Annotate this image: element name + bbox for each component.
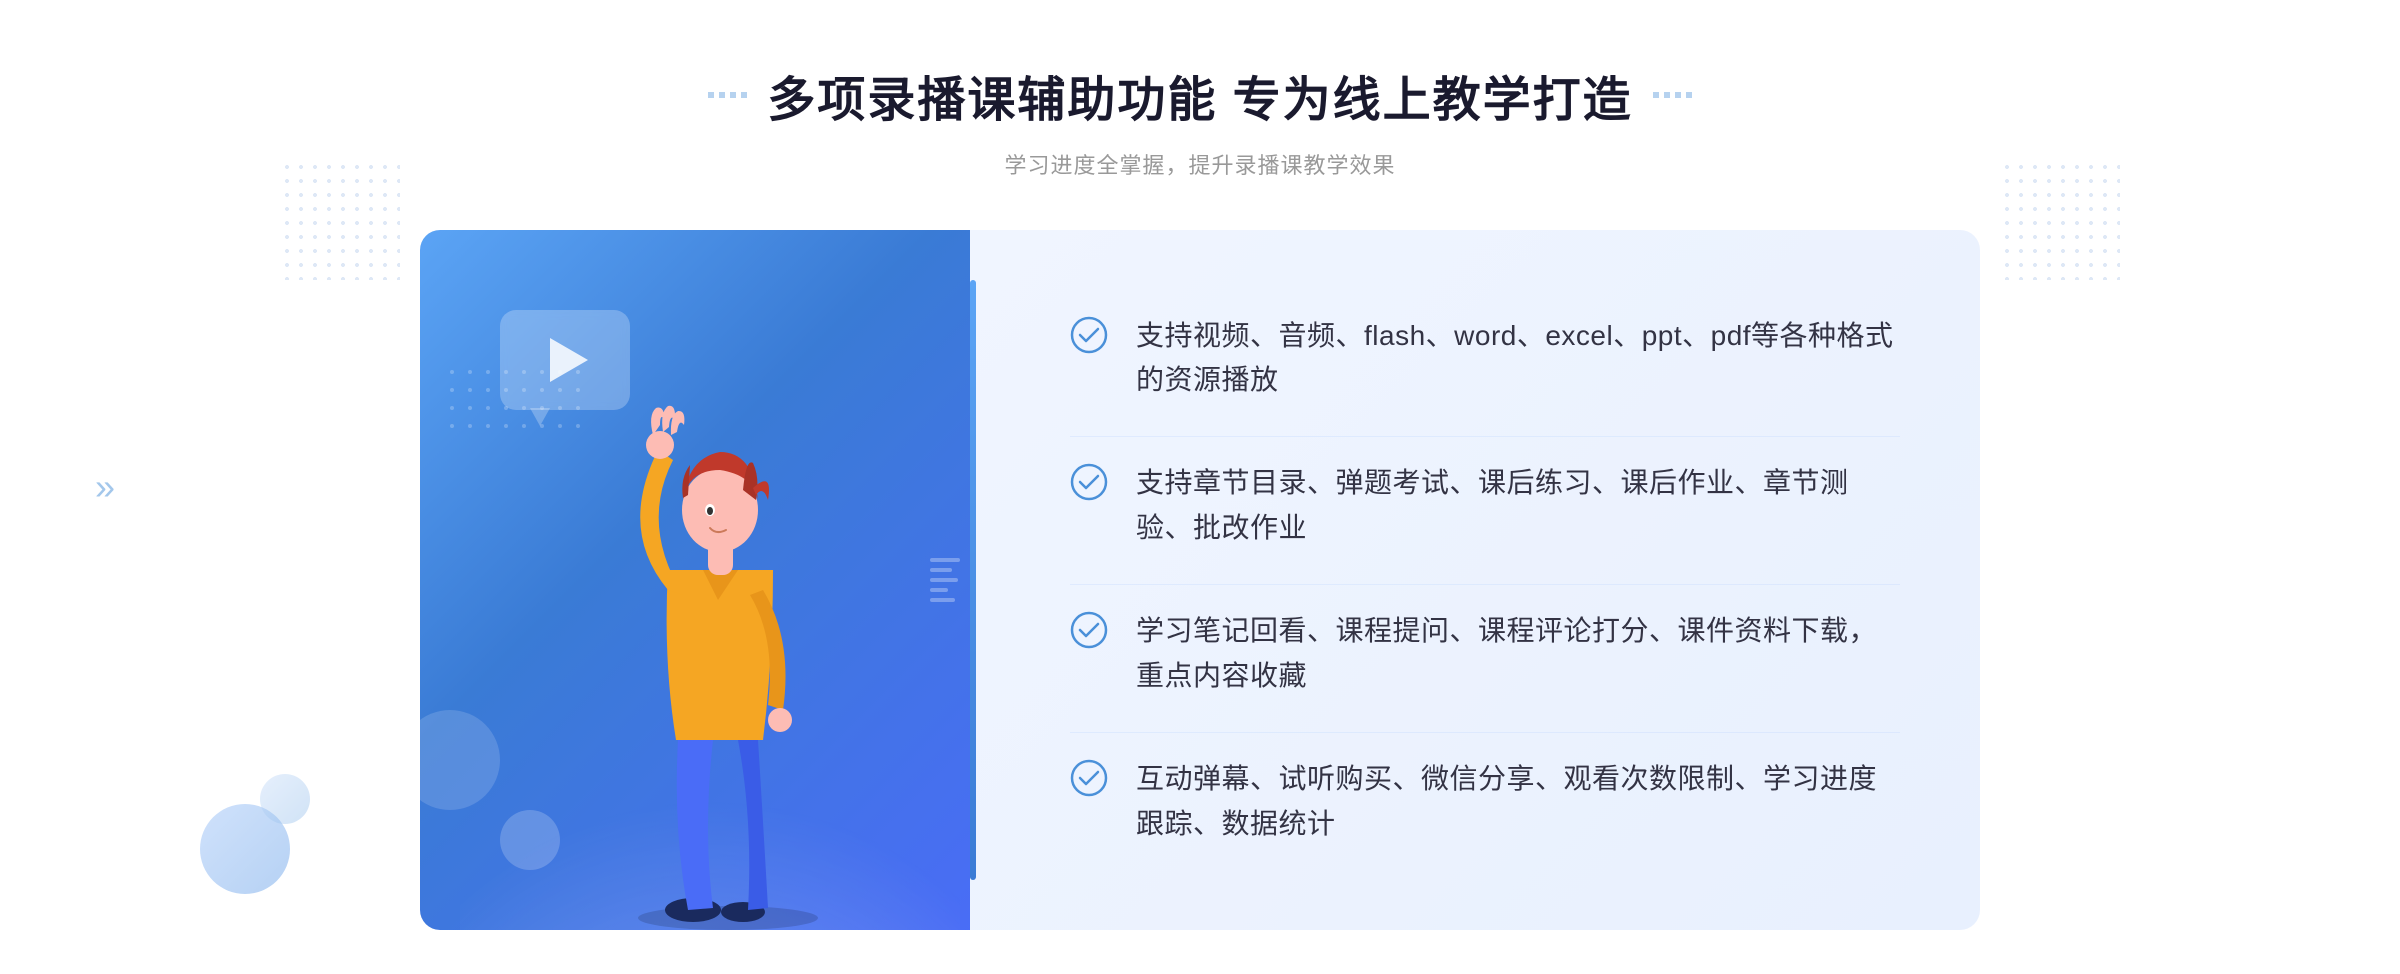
feature-item-1: 支持视频、音频、flash、word、excel、ppt、pdf等各种格式的资源… xyxy=(1070,290,1900,428)
feature-text-3: 学习笔记回看、课程提问、课程评论打分、课件资料下载，重点内容收藏 xyxy=(1136,609,1900,699)
check-icon-1 xyxy=(1070,316,1108,354)
person-illustration xyxy=(598,370,878,930)
feature-text-4: 互动弹幕、试听购买、微信分享、观看次数限制、学习进度跟踪、数据统计 xyxy=(1136,757,1900,847)
right-panel: 支持视频、音频、flash、word、excel、ppt、pdf等各种格式的资源… xyxy=(970,230,1980,930)
feature-item-3: 学习笔记回看、课程提问、课程评论打分、课件资料下载，重点内容收藏 xyxy=(1070,584,1900,723)
right-decorator xyxy=(1653,92,1692,98)
check-icon-2 xyxy=(1070,463,1108,501)
title-row: 多项录播课辅助功能 专为线上教学打造 xyxy=(708,60,1691,130)
main-title: 多项录播课辅助功能 专为线上教学打造 xyxy=(767,60,1632,130)
dots-decoration-left xyxy=(280,160,400,280)
page-container: » 多项录播课辅助功能 专为线上教学打造 学习进度全掌握，提升录播课教学效果 xyxy=(0,0,2400,974)
bottom-circle-decoration-2 xyxy=(260,774,310,824)
dots-decoration-right xyxy=(2000,160,2120,280)
content-area: 支持视频、音频、flash、word、excel、ppt、pdf等各种格式的资源… xyxy=(420,230,1980,930)
check-icon-3 xyxy=(1070,611,1108,649)
feature-text-1: 支持视频、音频、flash、word、excel、ppt、pdf等各种格式的资源… xyxy=(1136,314,1900,404)
feature-item-2: 支持章节目录、弹题考试、课后练习、课后作业、章节测验、批改作业 xyxy=(1070,436,1900,575)
left-decorator xyxy=(708,92,747,98)
subtitle: 学习进度全掌握，提升录播课教学效果 xyxy=(708,148,1691,180)
blue-vertical-bar xyxy=(970,280,976,880)
illustration-card xyxy=(420,230,1000,930)
feature-text-2: 支持章节目录、弹题考试、课后练习、课后作业、章节测验、批改作业 xyxy=(1136,461,1900,551)
check-icon-4 xyxy=(1070,759,1108,797)
arrow-left-decoration: » xyxy=(95,466,115,508)
feature-item-4: 互动弹幕、试听购买、微信分享、观看次数限制、学习进度跟踪、数据统计 xyxy=(1070,732,1900,871)
header-section: 多项录播课辅助功能 专为线上教学打造 学习进度全掌握，提升录播课教学效果 xyxy=(708,60,1691,180)
